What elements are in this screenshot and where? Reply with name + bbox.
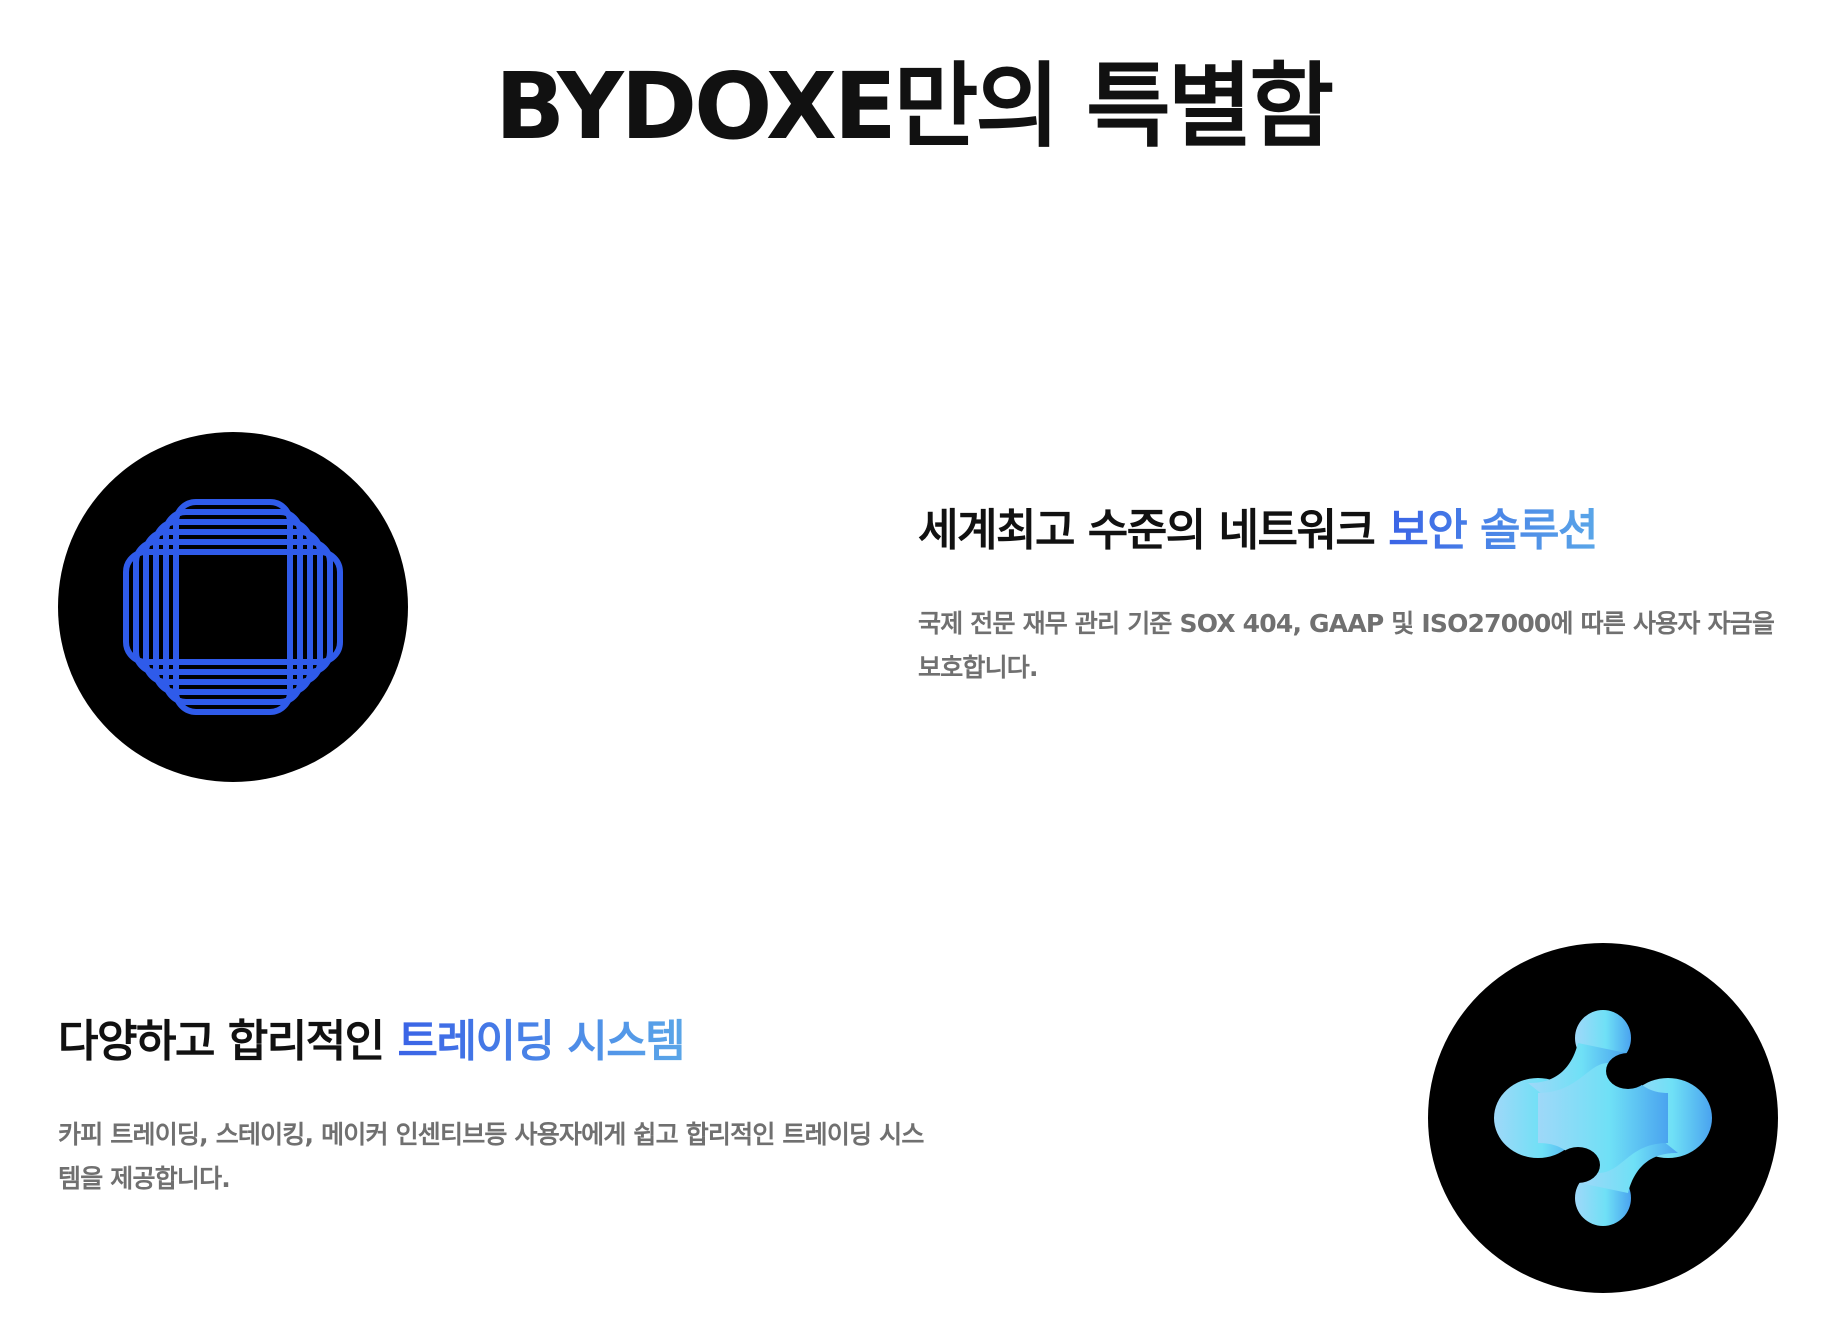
- feature-security: 세계최고 수준의 네트워크 보안 솔루션 국제 전문 재무 관리 기준 SOX …: [918, 505, 1778, 690]
- feature-trading: 다양하고 합리적인 트레이딩 시스템 카피 트레이딩, 스테이킹, 메이커 인센…: [58, 1016, 938, 1201]
- feature-heading-accent: 보안 솔루션: [1388, 505, 1598, 556]
- feature-description: 카피 트레이딩, 스테이킹, 메이커 인센티브등 사용자에게 쉽고 합리적인 트…: [58, 1119, 924, 1193]
- page-title: BYDOXE만의 특별함: [494, 53, 1334, 160]
- feature-heading-text: 세계최고 수준의 네트워크: [918, 505, 1389, 556]
- trading-link-icon: [1428, 943, 1778, 1293]
- feature-heading-text: 다양하고 합리적인: [58, 1016, 398, 1067]
- security-grid-icon: [58, 432, 408, 782]
- feature-description: 국제 전문 재무 관리 기준 SOX 404, GAAP 및 ISO27000에…: [918, 608, 1775, 682]
- feature-heading: 다양하고 합리적인 트레이딩 시스템: [58, 1016, 938, 1069]
- feature-heading: 세계최고 수준의 네트워크 보안 솔루션: [918, 505, 1778, 558]
- feature-heading-accent: 트레이딩 시스템: [397, 1016, 685, 1067]
